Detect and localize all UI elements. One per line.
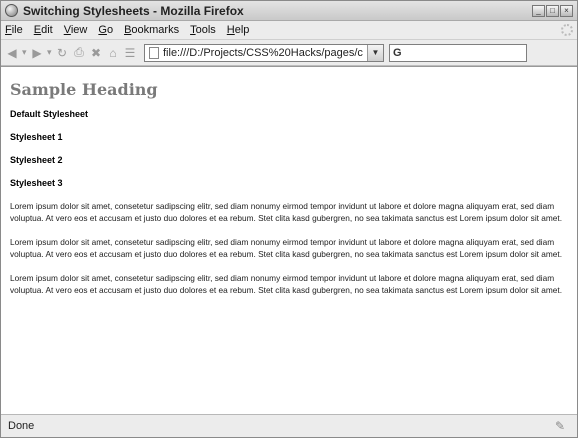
menu-go[interactable]: Go	[98, 24, 113, 36]
firefox-icon	[5, 4, 18, 17]
address-bar[interactable]: file:///D:/Projects/CSS%20Hacks/pages/c …	[144, 43, 384, 62]
paragraph: Lorem ipsum dolor sit amet, consetetur s…	[10, 201, 563, 223]
browser-window: Switching Stylesheets - Mozilla Firefox …	[0, 0, 578, 438]
title-bar: Switching Stylesheets - Mozilla Firefox …	[1, 1, 577, 21]
menu-bookmarks[interactable]: Bookmarks	[124, 24, 179, 36]
bookmark-icon[interactable]: ☰	[123, 46, 137, 60]
status-bar: Done ✎	[1, 414, 577, 437]
menu-edit[interactable]: Edit	[34, 24, 53, 36]
google-search-icon[interactable]: G	[393, 47, 402, 59]
search-box[interactable]: G	[389, 43, 527, 62]
menu-tools[interactable]: Tools	[190, 24, 216, 36]
url-dropdown-button[interactable]: ▼	[367, 44, 383, 61]
menu-help[interactable]: Help	[227, 24, 250, 36]
navigation-toolbar: ◀ ▾ ▶ ▾ ↻ ⎙ ✖ ⌂ ☰ file:///D:/Projects/CS…	[1, 40, 577, 66]
stylesheet-link-default[interactable]: Default Stylesheet	[10, 109, 577, 119]
page-heading: Sample Heading	[10, 80, 158, 99]
stop-icon[interactable]: ✖	[89, 46, 103, 60]
back-dropdown-icon[interactable]: ▾	[22, 47, 28, 58]
menu-file[interactable]: File	[5, 24, 23, 36]
maximize-button[interactable]: □	[546, 4, 559, 17]
stylesheet-link-2[interactable]: Stylesheet 2	[10, 155, 577, 165]
status-text: Done	[8, 420, 35, 432]
url-text[interactable]: file:///D:/Projects/CSS%20Hacks/pages/c	[163, 47, 367, 59]
paragraph: Lorem ipsum dolor sit amet, consetetur s…	[10, 237, 563, 259]
menu-bar: File Edit View Go Bookmarks Tools Help	[1, 21, 577, 40]
window-title: Switching Stylesheets - Mozilla Firefox	[23, 3, 244, 18]
reload-icon[interactable]: ↻	[55, 46, 69, 60]
throbber-icon	[561, 24, 573, 36]
back-icon[interactable]: ◀	[5, 46, 19, 60]
page-content: Sample Heading Default Stylesheet Styles…	[1, 66, 577, 414]
minimize-button[interactable]: _	[532, 4, 545, 17]
stylesheet-link-1[interactable]: Stylesheet 1	[10, 132, 577, 142]
menu-view[interactable]: View	[64, 24, 88, 36]
close-button[interactable]: ×	[560, 4, 573, 17]
stylesheet-link-3[interactable]: Stylesheet 3	[10, 178, 577, 188]
home-icon[interactable]: ⌂	[106, 46, 120, 60]
page-icon	[149, 46, 159, 59]
status-edit-icon: ✎	[554, 419, 566, 433]
window-controls: _ □ ×	[532, 4, 573, 17]
paragraph: Lorem ipsum dolor sit amet, consetetur s…	[10, 273, 563, 295]
forward-dropdown-icon[interactable]: ▾	[47, 47, 53, 58]
forward-icon[interactable]: ▶	[30, 46, 44, 60]
print-icon[interactable]: ⎙	[72, 45, 86, 60]
